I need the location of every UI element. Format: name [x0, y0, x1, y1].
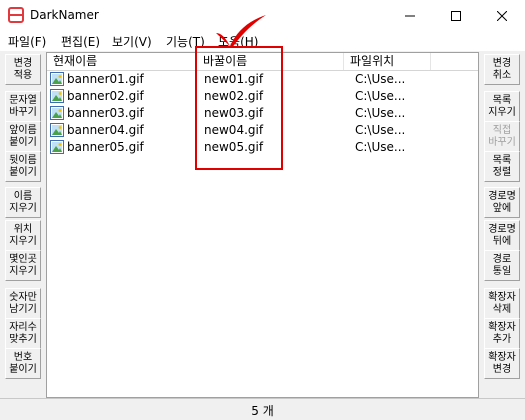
image-file-icon [50, 123, 64, 137]
location-cell: C:\Use... [355, 72, 406, 86]
image-file-icon [50, 89, 64, 103]
delete-position-button[interactable]: 위치 지우기 [5, 220, 41, 251]
pad-digits-button[interactable]: 자리수 맞추기 [5, 318, 41, 349]
keep-numbers-button[interactable]: 숫자만 남기기 [5, 288, 41, 319]
location-cell: C:\Use... [355, 123, 406, 137]
sort-list-button[interactable]: 목록 정렬 [484, 151, 520, 182]
current-name-cell: banner05.gif [67, 140, 144, 154]
image-file-icon [50, 72, 64, 86]
menu-file[interactable]: 파일(F) [8, 33, 46, 50]
current-name-cell: banner02.gif [67, 89, 144, 103]
checkmark-icon [216, 15, 266, 48]
suffix-name-button[interactable]: 뒷이름 붙이기 [5, 151, 41, 182]
undo-changes-button[interactable]: 변경 취소 [484, 54, 520, 85]
location-cell: C:\Use... [355, 140, 406, 154]
add-extension-button[interactable]: 확장자 추가 [484, 318, 520, 349]
maximize-icon [451, 10, 461, 21]
close-icon [497, 10, 507, 21]
location-cell: C:\Use... [355, 106, 406, 120]
left-toolbar: 변경 적용 문자열 바꾸기 앞이름 붙이기 뒷이름 붙이기 이름 지우기 위치 … [0, 52, 46, 398]
annotation-highlight-box [195, 46, 283, 170]
close-button[interactable] [479, 0, 525, 31]
unify-path-button[interactable]: 경로 통일 [484, 250, 520, 281]
replace-string-button[interactable]: 문자열 바꾸기 [5, 91, 41, 122]
menu-edit[interactable]: 편집(E) [61, 33, 100, 50]
file-count: 5 개 [251, 404, 274, 418]
column-current-name[interactable]: 현재이름 [47, 53, 197, 70]
delete-nth-button[interactable]: 몇인곳 지우기 [5, 250, 41, 281]
add-numbering-button[interactable]: 번호 붙이기 [5, 348, 41, 379]
apply-changes-button[interactable]: 변경 적용 [5, 54, 41, 85]
right-toolbar: 변경 취소 목록 지우기 직접 바꾸기 목록 정렬 경로명 앞에 경로명 뒤에 … [479, 52, 525, 398]
prefix-name-button[interactable]: 앞이름 붙이기 [5, 121, 41, 152]
clear-list-button[interactable]: 목록 지우기 [484, 91, 520, 122]
current-name-cell: banner01.gif [67, 72, 144, 86]
image-file-icon [50, 140, 64, 154]
image-file-icon [50, 106, 64, 120]
location-cell: C:\Use... [355, 89, 406, 103]
current-name-cell: banner04.gif [67, 123, 144, 137]
path-suffix-button[interactable]: 경로명 뒤에 [484, 220, 520, 251]
minimize-button[interactable] [387, 0, 433, 31]
menu-view[interactable]: 보기(V) [112, 33, 152, 50]
change-extension-button[interactable]: 확장자 변경 [484, 348, 520, 379]
window-title: DarkNamer [30, 8, 99, 22]
app-icon [8, 7, 24, 23]
status-bar: 5 개 [0, 398, 525, 420]
minimize-icon [405, 15, 415, 16]
manual-rename-button[interactable]: 직접 바꾸기 [484, 121, 520, 152]
delete-extension-button[interactable]: 확장자 삭제 [484, 288, 520, 319]
column-location[interactable]: 파일위치 [344, 53, 431, 70]
delete-name-button[interactable]: 이름 지우기 [5, 187, 41, 218]
current-name-cell: banner03.gif [67, 106, 144, 120]
path-prefix-button[interactable]: 경로명 앞에 [484, 187, 520, 218]
maximize-button[interactable] [433, 0, 479, 31]
